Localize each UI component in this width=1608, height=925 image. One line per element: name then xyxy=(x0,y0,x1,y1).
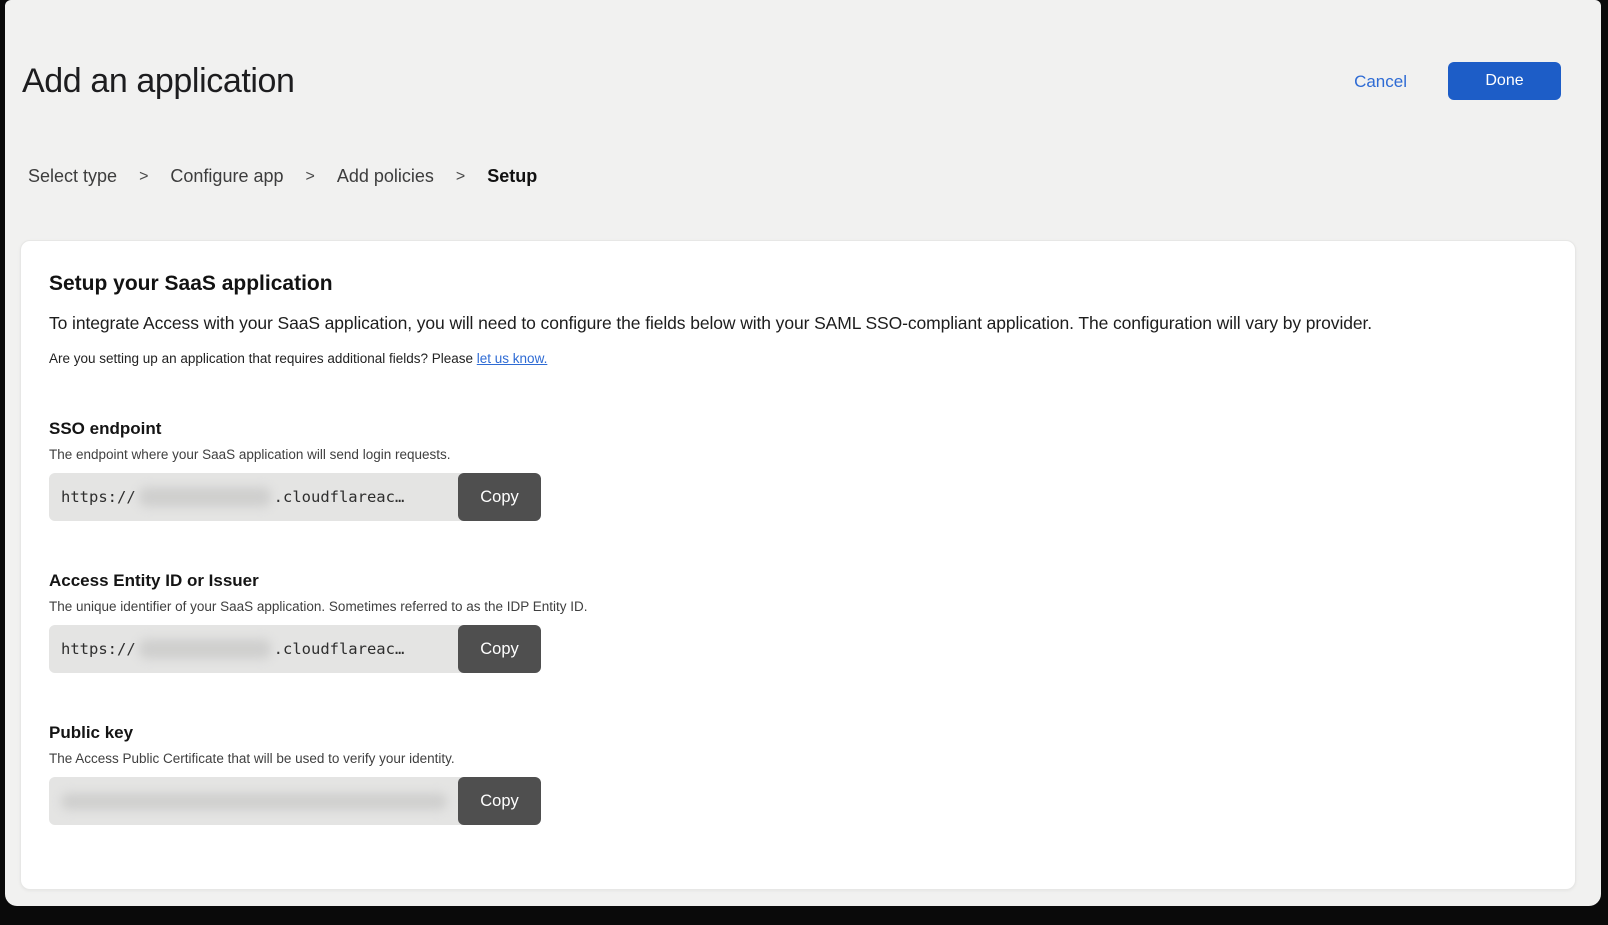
entity-id-copy-group: https:// .cloudflareac… Copy xyxy=(49,625,541,673)
breadcrumb: Select type > Configure app > Add polici… xyxy=(28,166,537,187)
redacted-text xyxy=(139,487,271,507)
app-screen: Add an application Cancel Done Select ty… xyxy=(5,0,1601,906)
sso-endpoint-value[interactable]: https:// .cloudflareac… xyxy=(49,473,464,521)
field-label: Public key xyxy=(49,723,1547,743)
breadcrumb-step-select-type[interactable]: Select type xyxy=(28,166,117,187)
value-prefix: https:// xyxy=(61,488,136,506)
done-button[interactable]: Done xyxy=(1448,62,1561,100)
card-note-text: Are you setting up an application that r… xyxy=(49,351,477,366)
entity-id-value[interactable]: https:// .cloudflareac… xyxy=(49,625,464,673)
field-access-entity-id: Access Entity ID or Issuer The unique id… xyxy=(49,571,1547,673)
value-prefix: https:// xyxy=(61,640,136,658)
redacted-text xyxy=(139,639,271,659)
breadcrumb-separator-icon: > xyxy=(456,168,465,186)
breadcrumb-separator-icon: > xyxy=(306,168,315,186)
public-key-copy-button[interactable]: Copy xyxy=(458,777,541,825)
cancel-button[interactable]: Cancel xyxy=(1354,72,1407,92)
field-description: The Access Public Certificate that will … xyxy=(49,751,1547,766)
card-heading: Setup your SaaS application xyxy=(49,272,1547,296)
public-key-copy-group: Copy xyxy=(49,777,541,825)
entity-id-copy-button[interactable]: Copy xyxy=(458,625,541,673)
breadcrumb-step-configure-app[interactable]: Configure app xyxy=(170,166,283,187)
breadcrumb-step-add-policies[interactable]: Add policies xyxy=(337,166,434,187)
sso-endpoint-copy-group: https:// .cloudflareac… Copy xyxy=(49,473,541,521)
setup-card: Setup your SaaS application To integrate… xyxy=(20,240,1576,890)
card-intro-text: To integrate Access with your SaaS appli… xyxy=(49,313,1547,334)
breadcrumb-separator-icon: > xyxy=(139,168,148,186)
field-public-key: Public key The Access Public Certificate… xyxy=(49,723,1547,825)
public-key-value[interactable] xyxy=(49,777,464,825)
field-sso-endpoint: SSO endpoint The endpoint where your Saa… xyxy=(49,419,1547,521)
let-us-know-link[interactable]: let us know. xyxy=(477,351,548,366)
breadcrumb-step-setup[interactable]: Setup xyxy=(487,166,537,187)
redacted-text xyxy=(61,793,447,810)
card-note: Are you setting up an application that r… xyxy=(49,351,1547,366)
field-label: Access Entity ID or Issuer xyxy=(49,571,1547,591)
field-description: The unique identifier of your SaaS appli… xyxy=(49,599,1547,614)
field-description: The endpoint where your SaaS application… xyxy=(49,447,1547,462)
field-label: SSO endpoint xyxy=(49,419,1547,439)
value-suffix: .cloudflareac… xyxy=(274,488,405,506)
page-title: Add an application xyxy=(22,62,295,101)
value-suffix: .cloudflareac… xyxy=(274,640,405,658)
sso-endpoint-copy-button[interactable]: Copy xyxy=(458,473,541,521)
